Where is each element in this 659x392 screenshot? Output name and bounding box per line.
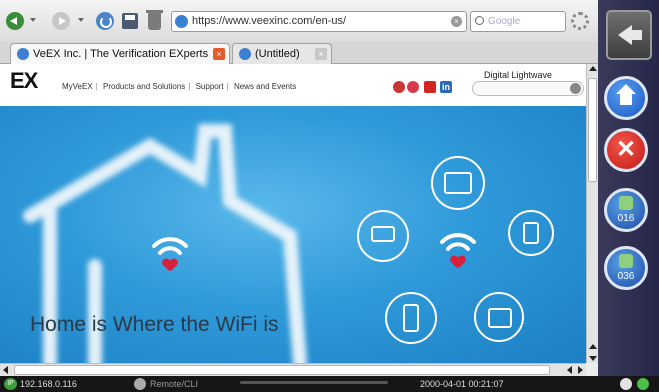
tray-icon[interactable] (620, 378, 632, 390)
digital-lightwave-logo[interactable]: Digital Lightwave (484, 70, 552, 80)
veex-logo[interactable]: EX (10, 68, 38, 94)
wifi-icon (440, 233, 476, 251)
nav-myveex[interactable]: MyVeEX (62, 82, 93, 91)
close-tab-icon[interactable]: × (213, 48, 225, 60)
back-icon[interactable] (6, 12, 24, 30)
ip-address: 192.168.0.116 (20, 379, 77, 389)
scroll-up-icon[interactable] (589, 66, 597, 71)
vertical-scrollbar[interactable] (586, 64, 598, 363)
site-header: EX MyVeEX | Products and Solutions | Suppo… (0, 64, 586, 106)
nav-support[interactable]: Support (196, 82, 224, 91)
browser-toolbar: https://www.veexinc.com/en-us/ × Google (0, 0, 598, 42)
remote-cli-label: Remote/CLI (150, 379, 199, 389)
scroll-left-icon[interactable] (567, 366, 572, 374)
forward-icon[interactable] (52, 12, 70, 30)
search-placeholder: Google (488, 16, 521, 27)
laptop-icon[interactable] (357, 210, 409, 262)
network-icon: IP (4, 378, 17, 390)
close-tab-icon[interactable]: × (315, 48, 327, 60)
clear-url-icon[interactable]: × (451, 16, 462, 27)
scroll-right-icon[interactable] (578, 366, 583, 374)
save-icon[interactable] (122, 13, 138, 29)
back-history-dropdown-icon[interactable] (30, 18, 36, 22)
tab-favicon-icon (239, 48, 251, 60)
search-icon (475, 16, 484, 25)
remote-icon (134, 378, 146, 390)
tab-favicon-icon (17, 48, 29, 60)
browser-window: https://www.veexinc.com/en-us/ × Google … (0, 0, 598, 376)
photo-frame-icon[interactable] (474, 292, 524, 342)
app-icon (619, 254, 633, 268)
app-016-label: 016 (617, 213, 635, 224)
flag-icon[interactable] (393, 81, 405, 93)
site-nav: MyVeEX | Products and Solutions | Support |… (62, 82, 297, 91)
forward-history-dropdown-icon[interactable] (78, 18, 84, 22)
app-036-button[interactable]: 036 (604, 246, 648, 290)
trash-icon[interactable] (146, 10, 163, 30)
smartphone-icon[interactable] (385, 292, 437, 344)
url-bar[interactable]: https://www.veexinc.com/en-us/ × (171, 11, 467, 32)
tray-status-icon[interactable] (637, 378, 649, 390)
scroll-thumb[interactable] (588, 78, 597, 182)
search-input[interactable]: Google (470, 11, 566, 32)
tablet-icon[interactable] (431, 156, 485, 210)
scroll-down-icon[interactable] (589, 356, 597, 361)
reload-icon[interactable] (96, 12, 114, 30)
heart-icon (163, 259, 177, 273)
tab-bar: VeEX Inc. | The Verification EXperts × (… (0, 42, 598, 65)
site-search-input[interactable] (472, 81, 584, 96)
url-text[interactable]: https://www.veexinc.com/en-us/ (192, 15, 346, 27)
nav-products[interactable]: Products and Solutions (103, 82, 185, 91)
horizontal-scrollbar[interactable] (0, 363, 586, 376)
heart-icon (451, 256, 465, 270)
scroll-left-icon[interactable] (3, 366, 8, 374)
tab-veex[interactable]: VeEX Inc. | The Verification EXperts × (10, 43, 230, 65)
smartwatch-icon[interactable] (508, 210, 554, 256)
tab-label: VeEX Inc. | The Verification EXperts (33, 48, 209, 60)
clock: 2000-04-01 00:21:07 (420, 379, 504, 389)
device-side-panel: ✕ 016 036 (598, 0, 659, 376)
tab-untitled[interactable]: (Untitled) × (232, 43, 332, 64)
hero-banner[interactable]: Home is Where the WiFi is (0, 106, 586, 363)
nav-news[interactable]: News and Events (234, 82, 296, 91)
tab-label: (Untitled) (255, 48, 300, 60)
gear-icon[interactable] (571, 12, 589, 30)
home-button[interactable] (604, 76, 648, 120)
back-arrow-button[interactable] (606, 10, 652, 60)
status-bar: IP 192.168.0.116 Remote/CLI 2000-04-01 0… (0, 376, 659, 392)
close-button[interactable]: ✕ (604, 128, 648, 172)
site-globe-icon (175, 15, 188, 28)
app-016-button[interactable]: 016 (604, 188, 648, 232)
scroll-up-icon[interactable] (589, 344, 597, 349)
pinterest-icon[interactable] (407, 81, 419, 93)
wifi-icon (152, 237, 188, 255)
hero-title: Home is Where the WiFi is (30, 313, 279, 336)
search-icon[interactable] (570, 83, 581, 94)
status-handle[interactable] (240, 381, 388, 384)
app-036-label: 036 (617, 271, 635, 282)
linkedin-icon[interactable]: in (440, 81, 452, 93)
scroll-thumb[interactable] (14, 365, 550, 375)
youtube-icon[interactable] (424, 81, 436, 93)
app-icon (619, 196, 633, 210)
